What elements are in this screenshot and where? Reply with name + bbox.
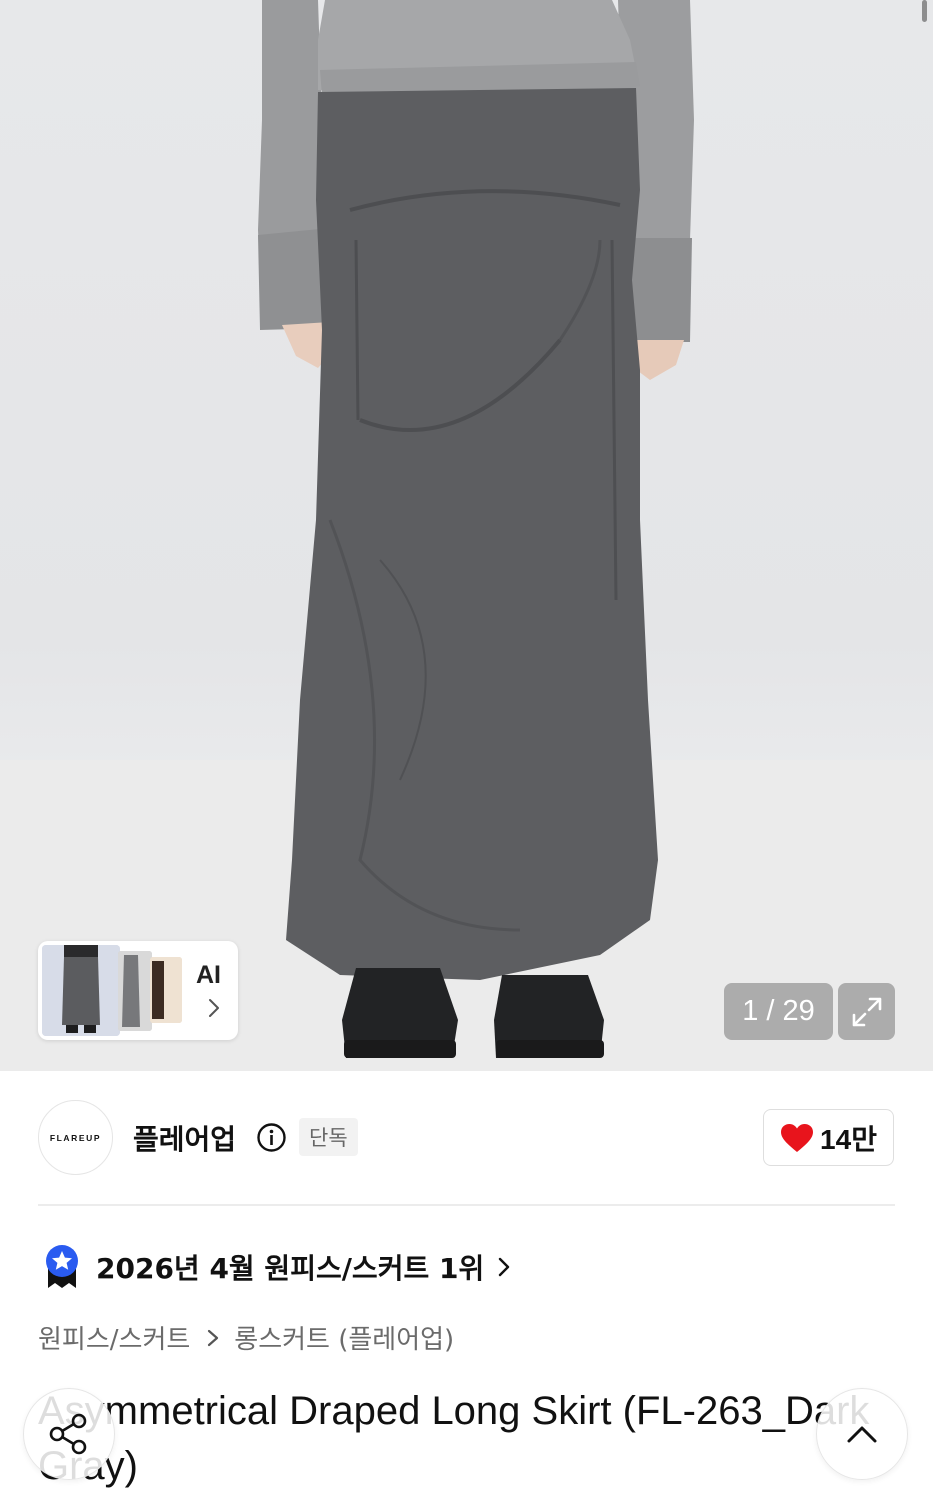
like-button[interactable]: 14만 (763, 1109, 894, 1166)
chevron-right-icon (209, 999, 219, 1017)
breadcrumb-subcategory[interactable]: 롱스커트 (플레어업) (234, 1319, 454, 1356)
brand-name[interactable]: 플레어업 (133, 1118, 236, 1158)
ranking-badge-icon (46, 1245, 78, 1288)
chevron-right-icon (208, 1329, 219, 1346)
like-count: 14만 (820, 1123, 877, 1155)
ranking-link[interactable]: 2026년 4월 원피스/스커트 1위 (44, 1244, 514, 1290)
ai-label: AI (196, 961, 221, 989)
scroll-to-top-button[interactable] (816, 1388, 908, 1480)
breadcrumb: 원피스/스커트 롱스커트 (플레어업) (38, 1319, 454, 1356)
share-icon (49, 1413, 87, 1455)
exclusive-badge: 단독 (299, 1118, 358, 1156)
ai-thumbnail (118, 951, 152, 1031)
ai-thumbnail (150, 957, 182, 1023)
fullscreen-button[interactable] (838, 983, 895, 1040)
product-title: Asymmetrical Draped Long Skirt (FL-263_D… (38, 1389, 870, 1488)
divider (38, 1204, 895, 1206)
ai-thumbnail (42, 945, 120, 1036)
chevron-right-icon (499, 1257, 510, 1277)
breadcrumb-category[interactable]: 원피스/스커트 (38, 1319, 190, 1356)
brand-logo[interactable]: FLAREUP (38, 1100, 113, 1175)
product-photo (0, 0, 933, 1071)
image-counter: 1 / 29 (724, 983, 833, 1040)
expand-icon (852, 997, 881, 1026)
ai-similar-items-card[interactable]: AI (38, 941, 238, 1040)
scroll-indicator (922, 0, 927, 22)
share-button[interactable] (23, 1388, 115, 1480)
brand-logo-text: FLAREUP (49, 1132, 102, 1143)
chevron-up-icon (847, 1426, 877, 1443)
heart-icon (781, 1123, 814, 1152)
ranking-text: 2026년 4월 원피스/스커트 1위 (96, 1252, 485, 1285)
product-image-gallery[interactable]: AI 1 / 29 (0, 0, 933, 1071)
info-icon[interactable] (256, 1122, 287, 1153)
